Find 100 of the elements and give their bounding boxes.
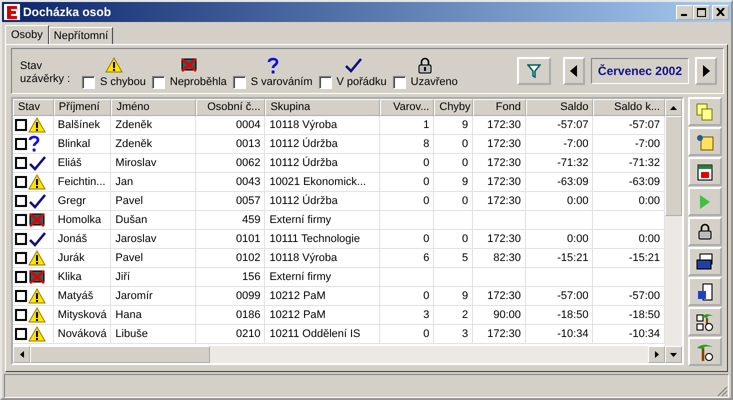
palm-clock-icon <box>696 342 714 362</box>
column-header[interactable]: Osobní č... <box>196 99 266 116</box>
padlock-icon <box>698 223 712 240</box>
table-cell: 0 <box>423 195 430 207</box>
horizontal-scrollbar[interactable] <box>13 346 665 363</box>
window-title: Docházka osob <box>23 5 112 19</box>
table-cell: 0057 <box>236 195 260 207</box>
filter-checkbox[interactable]: Neproběhla <box>152 76 227 88</box>
table-cell: 0099 <box>236 290 260 302</box>
filter-checkbox[interactable]: S varováním <box>232 76 312 88</box>
row-checkbox[interactable] <box>15 214 27 226</box>
table-cell: 172:30 <box>487 176 521 188</box>
warning-icon <box>28 307 46 323</box>
row-checkbox[interactable] <box>15 233 27 245</box>
table-cell: Homolka <box>58 214 102 226</box>
filter-checkbox[interactable]: V pořádku <box>318 76 387 88</box>
palm-check-button[interactable] <box>688 307 722 336</box>
row-checkbox[interactable] <box>15 195 27 207</box>
close-icon <box>716 8 725 16</box>
right-triangle-icon <box>702 65 710 77</box>
filter-checkbox[interactable]: S chybou <box>82 76 146 88</box>
table-cell: Zdeněk <box>115 119 152 131</box>
next-month-button[interactable] <box>695 57 717 85</box>
table-cell: -7:00 <box>634 138 660 150</box>
up-arrow-icon[interactable] <box>670 106 677 110</box>
checkmark-icon <box>28 155 46 171</box>
table-cell: 0 <box>423 328 430 340</box>
row-checkbox[interactable] <box>15 176 27 188</box>
palm-clock-button[interactable] <box>688 337 722 366</box>
row-checkbox[interactable] <box>15 328 27 340</box>
table-cell: 0062 <box>236 157 260 169</box>
table-cell: 0186 <box>236 309 260 321</box>
table-cell: Libuše <box>115 328 148 340</box>
column-header[interactable]: Varov... <box>380 99 434 116</box>
down-arrow-icon[interactable] <box>670 352 677 356</box>
funnel-icon <box>526 64 541 78</box>
table-cell: -57:00 <box>557 290 588 302</box>
column-header[interactable]: Saldo <box>526 99 594 116</box>
warning-icon <box>28 117 46 133</box>
table-cell: 10112 Údržba <box>269 138 338 150</box>
column-header[interactable]: Jméno <box>111 99 196 116</box>
table-cell: Matyáš <box>58 290 94 302</box>
table-cell: 172:30 <box>487 290 521 302</box>
row-checkbox[interactable] <box>15 138 27 150</box>
row-checkbox[interactable] <box>15 157 27 169</box>
table-cell: 0013 <box>236 138 260 150</box>
table-cell: 0 <box>423 290 430 302</box>
table-cell: 10212 PaM <box>269 309 326 321</box>
table-cell: 90:00 <box>493 309 521 321</box>
table-cell: Jaroslav <box>115 233 156 245</box>
column-header[interactable]: Chyby <box>434 99 474 116</box>
previous-month-button[interactable] <box>562 57 585 85</box>
palm-checklist-icon <box>696 312 714 332</box>
table-cell: -57:07 <box>628 119 660 131</box>
column-header[interactable]: Saldo k... <box>593 99 665 116</box>
table-cell: 10112 Údržba <box>269 157 338 169</box>
app-logo-icon <box>4 4 20 20</box>
column-header[interactable]: Stav <box>13 99 54 116</box>
minimize-button[interactable] <box>676 4 693 20</box>
table-cell: 0:00 <box>638 195 660 207</box>
filter-checkbox[interactable]: Uzavřeno <box>392 76 458 88</box>
row-checkbox[interactable] <box>15 252 27 264</box>
row-checkbox[interactable] <box>15 119 27 131</box>
row-checkbox[interactable] <box>15 309 27 321</box>
table-cell: 0 <box>423 157 430 169</box>
maximize-button[interactable] <box>693 4 710 20</box>
left-arrow-icon[interactable] <box>20 351 24 358</box>
note-button[interactable] <box>688 127 722 156</box>
play-icon <box>699 194 711 210</box>
table-cell: 172:30 <box>487 157 521 169</box>
table-cell: 9 <box>462 290 468 302</box>
question-mark-icon <box>28 135 40 153</box>
table-cell: -10:34 <box>628 328 660 340</box>
right-arrow-icon[interactable] <box>654 351 658 358</box>
column-header[interactable]: Skupina <box>265 99 380 116</box>
tab[interactable]: Osoby <box>5 25 49 44</box>
tab[interactable]: Nepřítomní <box>48 27 114 44</box>
filter-button[interactable] <box>516 57 551 85</box>
warning-icon <box>28 174 46 190</box>
month-field: Červenec 2002 <box>590 58 689 84</box>
row-checkbox[interactable] <box>15 271 27 283</box>
table-cell: Pavel <box>115 195 143 207</box>
close-button[interactable] <box>712 4 729 20</box>
column-header[interactable]: Příjmení <box>54 99 112 116</box>
lock-button[interactable] <box>688 217 722 246</box>
column-header[interactable]: Fond <box>473 99 526 116</box>
print-button[interactable] <box>688 247 722 276</box>
table-cell: -7:00 <box>563 138 588 150</box>
copy-button[interactable] <box>688 97 722 126</box>
export-button[interactable] <box>688 277 722 306</box>
table-cell: -15:21 <box>557 252 588 264</box>
crossed-monitor-icon <box>180 56 198 74</box>
table-cell: Jurák <box>58 252 85 264</box>
left-triangle-icon <box>570 65 578 77</box>
vertical-scrollbar[interactable] <box>665 99 682 363</box>
table-cell: 2 <box>462 309 468 321</box>
calendar-button[interactable] <box>688 157 722 186</box>
table-cell: Pavel <box>115 252 143 264</box>
row-checkbox[interactable] <box>15 290 27 302</box>
warning-icon <box>28 326 46 342</box>
